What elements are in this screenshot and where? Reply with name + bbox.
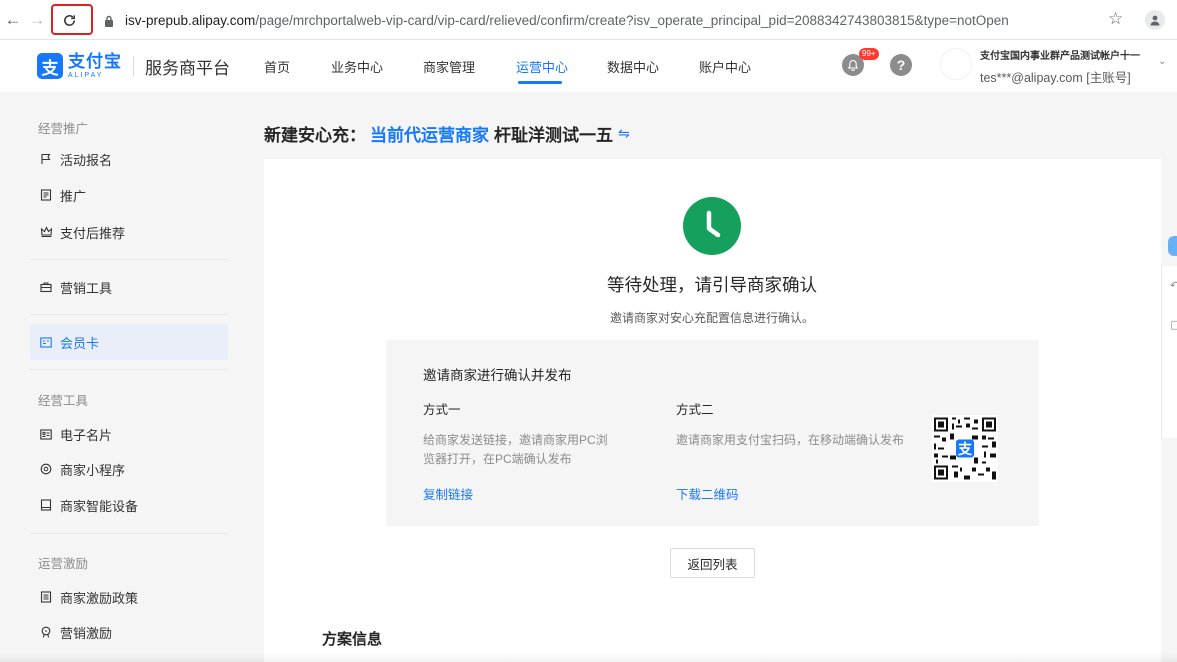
- forward-arrow-icon[interactable]: →: [26, 9, 48, 31]
- feedback-icon[interactable]: ↶: [1170, 279, 1177, 292]
- url-path: /page/mrchportalweb-vip-card/vip-card/re…: [255, 12, 1009, 28]
- page-title-prefix: 新建安心充：: [264, 126, 366, 145]
- sidebar-item-label: 电子名片: [60, 427, 113, 443]
- method-one-desc-line1: 给商家发送链接，邀请商家用PC浏: [423, 433, 608, 447]
- sidebar-divider: [30, 259, 228, 260]
- back-to-list-button[interactable]: 返回列表: [670, 548, 755, 578]
- active-nav-underline: [518, 81, 562, 84]
- document-icon[interactable]: ▢: [1170, 318, 1177, 331]
- notification-badge: 99+: [859, 48, 879, 60]
- assistant-icon[interactable]: [1168, 236, 1177, 256]
- status-subtitle: 邀请商家对安心充配置信息进行确认。: [609, 311, 814, 325]
- sidebar-item-activity[interactable]: 活动报名: [30, 141, 228, 177]
- account-email[interactable]: tes***@alipay.com [主账号]: [980, 67, 1131, 86]
- method-two-label: 方式二: [676, 403, 714, 417]
- sidebar-item-promotion[interactable]: 推广: [30, 177, 228, 213]
- avatar[interactable]: [940, 48, 972, 80]
- swap-icon[interactable]: ⇋: [618, 125, 630, 142]
- profile-icon[interactable]: [1145, 10, 1165, 30]
- badge-icon: [39, 625, 53, 639]
- nav-account-center[interactable]: 账户中心: [699, 57, 751, 76]
- address-bar[interactable]: isv-prepub.alipay.com/page/mrchportalweb…: [96, 6, 1136, 34]
- help-icon[interactable]: ?: [890, 54, 912, 76]
- bookmark-star-icon[interactable]: ☆: [1108, 9, 1123, 29]
- document-icon: [39, 188, 53, 202]
- logo-cn-text: 支付宝: [68, 52, 122, 71]
- alipay-logo-icon: 支: [37, 53, 63, 79]
- portal-header: 支 支付宝 ALIPAY 服务商平台 首页 业务中心 商家管理 运营中心 数据中…: [0, 40, 1177, 92]
- reload-icon[interactable]: [58, 9, 80, 31]
- sidebar-item-after-pay[interactable]: 支付后推荐: [30, 214, 228, 250]
- account-name[interactable]: 支付宝国内事业群产品测试帐户十一: [980, 47, 1140, 62]
- current-merchant-link[interactable]: 当前代运营商家: [370, 121, 489, 146]
- sidebar-item-mini-program[interactable]: 商家小程序: [30, 451, 228, 487]
- sidebar-item-marketing-incentive[interactable]: 营销激励: [30, 614, 228, 650]
- id-card-icon: [39, 427, 53, 441]
- sidebar-item-label: 营销激励: [60, 625, 113, 641]
- sidebar-item-member-card[interactable]: 会员卡: [30, 324, 228, 360]
- sidebar-item-label: 活动报名: [60, 152, 113, 168]
- method-one-desc-line2: 览器打开，在PC端确认发布: [423, 452, 572, 466]
- chevron-down-icon[interactable]: ⌄: [1158, 56, 1166, 67]
- sidebar-item-ecard[interactable]: 电子名片: [30, 416, 228, 452]
- plan-info-title: 方案信息: [322, 631, 383, 648]
- svg-text:支: 支: [957, 441, 973, 458]
- policy-icon: [39, 590, 53, 604]
- logo-divider: [133, 56, 134, 76]
- sidebar-group-tools: 经营工具: [38, 394, 89, 408]
- back-arrow-icon[interactable]: ←: [2, 9, 24, 31]
- confirm-heading: 邀请商家进行确认并发布: [423, 368, 572, 383]
- status-title: 等待处理，请引导商家确认: [607, 275, 817, 295]
- nav-home[interactable]: 首页: [264, 57, 290, 76]
- member-card-icon: [39, 335, 53, 349]
- sidebar-item-label: 商家智能设备: [60, 498, 139, 514]
- nav-business-center[interactable]: 业务中心: [331, 57, 383, 76]
- method-one-label: 方式一: [423, 403, 461, 417]
- platform-name: 服务商平台: [145, 58, 230, 78]
- sidebar-item-label: 商家激励政策: [60, 590, 139, 606]
- nav-data-center[interactable]: 数据中心: [607, 57, 659, 76]
- alipay-logo[interactable]: 支 支付宝 ALIPAY 服务商平台: [37, 52, 230, 80]
- method-two-desc: 邀请商家用支付宝扫码，在移动端确认发布: [676, 433, 905, 447]
- browser-toolbar: ← → isv-prepub.alipay.com/page/mrchporta…: [0, 0, 1177, 40]
- lock-icon: [104, 13, 116, 27]
- nav-operation-center[interactable]: 运营中心: [516, 57, 568, 76]
- copy-link-button[interactable]: 复制链接: [423, 484, 473, 503]
- merchant-name: 杆耻洋测试一五: [494, 126, 613, 145]
- crown-icon: [39, 225, 53, 239]
- sidebar-group-incentive: 运营激励: [38, 557, 89, 571]
- download-qr-button[interactable]: 下载二维码: [676, 484, 739, 503]
- sidebar-item-label: 支付后推荐: [60, 225, 126, 241]
- device-icon: [39, 498, 53, 512]
- sidebar-item-label: 会员卡: [60, 335, 100, 351]
- sidebar-item-label: 推广: [60, 188, 87, 204]
- mini-program-icon: [39, 462, 53, 476]
- bottom-shadow: [0, 652, 1177, 662]
- flag-icon: [39, 152, 53, 166]
- logo-en-text: ALIPAY: [68, 72, 104, 79]
- sidebar-item-incentive-policy[interactable]: 商家激励政策: [30, 579, 228, 615]
- qr-code[interactable]: 支: [932, 415, 998, 482]
- sidebar-group-promotion: 经营推广: [38, 122, 89, 136]
- nav-merchant-management[interactable]: 商家管理: [423, 57, 475, 76]
- page-title: 新建安心充： 当前代运营商家 杆耻洋测试一五 ⇋: [264, 121, 630, 146]
- sidebar-item-smart-device[interactable]: 商家智能设备: [30, 487, 228, 523]
- sidebar-item-label: 商家小程序: [60, 462, 126, 478]
- sidebar-divider: [30, 533, 228, 534]
- clock-icon: [683, 197, 741, 255]
- sidebar-divider: [30, 369, 228, 370]
- url-host: isv-prepub.alipay.com: [125, 12, 256, 28]
